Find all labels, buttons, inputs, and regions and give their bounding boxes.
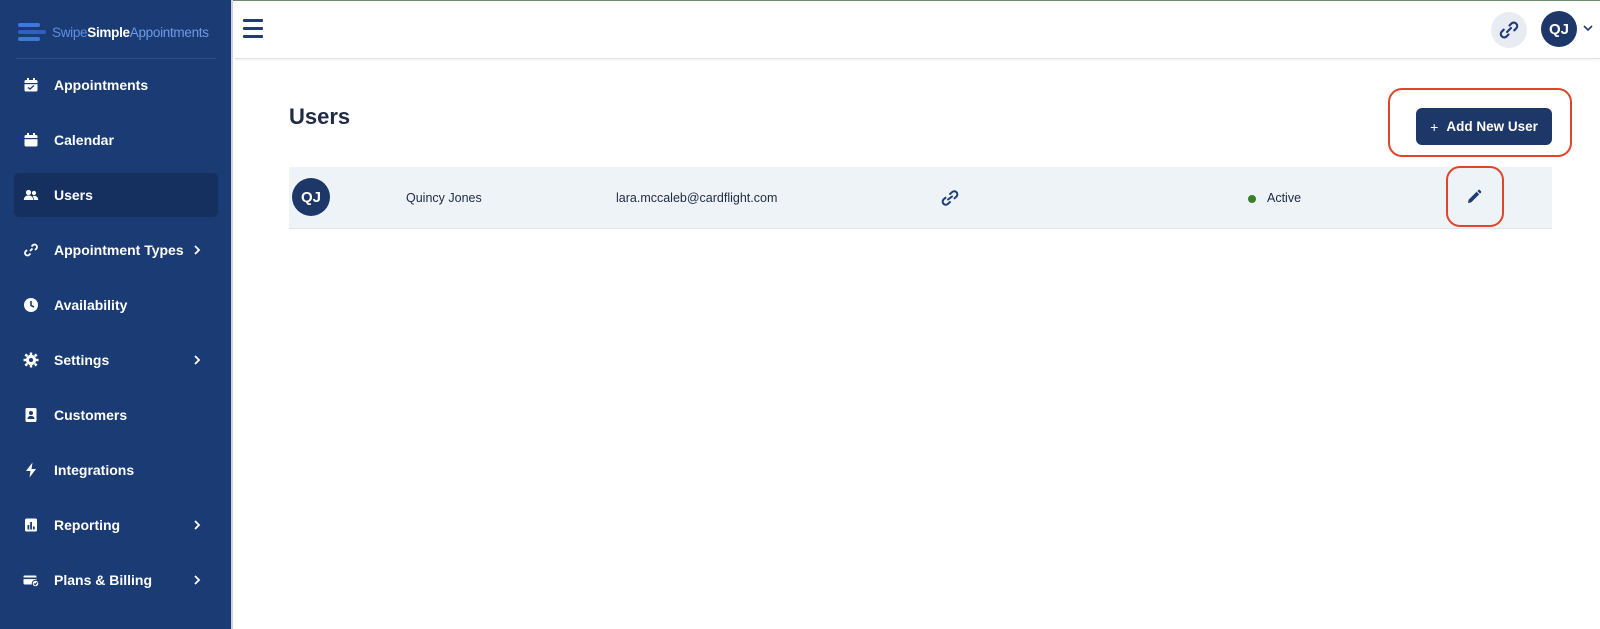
sidebar-item-label: Reporting: [54, 517, 121, 533]
sidebar-item-appointments[interactable]: Appointments: [14, 63, 218, 107]
sidebar-item-calendar[interactable]: Calendar: [14, 118, 218, 162]
calendar-check-icon: [22, 76, 40, 94]
chevron-right-icon: [194, 245, 201, 255]
report-icon: [22, 516, 40, 534]
billing-icon: [22, 571, 40, 589]
sidebar-item-label: Calendar: [54, 132, 114, 148]
chevron-right-icon: [194, 575, 201, 585]
swipesimple-logo-icon: [18, 23, 46, 41]
booking-link-button[interactable]: [1491, 12, 1527, 48]
sidebar-item-label: Users: [54, 187, 93, 203]
hamburger-icon[interactable]: [243, 19, 265, 39]
sidebar-item-label: Customers: [54, 407, 128, 423]
sidebar-item-plans-billing[interactable]: Plans & Billing: [14, 558, 218, 602]
sidebar-item-appointment-types[interactable]: Appointment Types: [14, 228, 218, 272]
page-title: Users: [289, 104, 351, 129]
sidebar-item-availability[interactable]: Availability: [14, 283, 218, 327]
top-bar: QJ: [235, 1, 1600, 59]
app-logo[interactable]: SwipeSimpleAppointments: [18, 20, 209, 44]
link-icon: [22, 241, 40, 259]
sidebar: SwipeSimpleAppointments Appointments Cal…: [0, 0, 233, 629]
chevron-right-icon: [194, 355, 201, 365]
sidebar-item-label: Settings: [54, 352, 110, 368]
users-icon: [22, 186, 40, 204]
chevron-right-icon: [194, 520, 201, 530]
sidebar-item-reporting[interactable]: Reporting: [14, 503, 218, 547]
table-row: QJ Quincy Jones lara.mccaleb@cardflight.…: [289, 167, 1552, 229]
clock-icon: [22, 296, 40, 314]
status-badge: Active: [1267, 191, 1302, 205]
user-avatar-menu[interactable]: QJ: [1541, 11, 1577, 47]
contact-book-icon: [22, 406, 40, 424]
sidebar-item-settings[interactable]: Settings: [14, 338, 218, 382]
sidebar-item-label: Plans & Billing: [54, 572, 153, 588]
calendar-icon: [22, 131, 40, 149]
user-email: lara.mccaleb@cardflight.com: [616, 191, 778, 205]
sidebar-item-label: Integrations: [54, 462, 135, 478]
sidebar-nav: Appointments Calendar Users Appointment …: [14, 63, 218, 613]
link-icon: [1499, 21, 1519, 39]
sidebar-item-label: Appointments: [54, 77, 149, 93]
avatar: QJ: [292, 178, 330, 216]
link-icon[interactable]: [940, 189, 960, 207]
highlight-annotation-add-user: [1388, 88, 1572, 157]
sidebar-item-customers[interactable]: Customers: [14, 393, 218, 437]
sidebar-divider: [16, 58, 216, 59]
sidebar-item-integrations[interactable]: Integrations: [14, 448, 218, 492]
sidebar-item-users[interactable]: Users: [14, 173, 218, 217]
app-logo-text: SwipeSimpleAppointments: [52, 24, 209, 40]
bolt-icon: [22, 461, 40, 479]
highlight-annotation-edit-user: [1446, 166, 1504, 227]
chevron-down-icon[interactable]: [1582, 23, 1594, 33]
status-indicator-dot: [1248, 195, 1256, 203]
gear-icon: [22, 351, 40, 369]
sidebar-item-label: Appointment Types: [54, 242, 184, 258]
sidebar-item-label: Availability: [54, 297, 128, 313]
user-name: Quincy Jones: [406, 191, 482, 205]
